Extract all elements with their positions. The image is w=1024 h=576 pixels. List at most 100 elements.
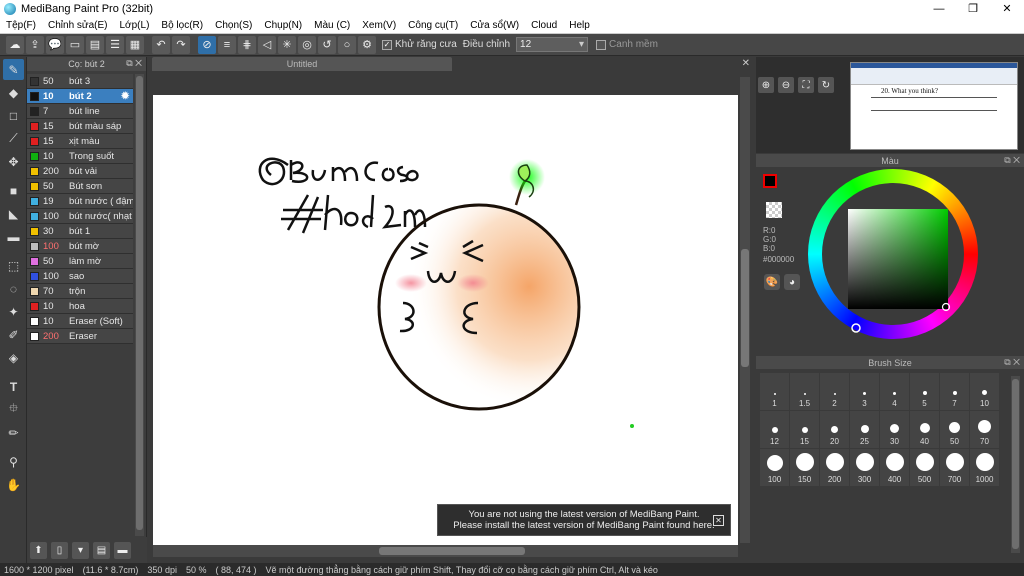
grid-icon[interactable]: ▦: [126, 35, 144, 54]
chat-icon[interactable]: ▭: [66, 35, 84, 54]
brush-row[interactable]: 10 Trong suốt: [27, 149, 133, 164]
brush-size-option[interactable]: 1.5: [790, 373, 820, 410]
brush-size-option[interactable]: 20: [820, 411, 850, 448]
correction-select[interactable]: 12: [516, 37, 589, 52]
brush-row[interactable]: 30 bút 1: [27, 224, 133, 239]
radial-snap-icon[interactable]: ✳: [278, 35, 296, 54]
brush-folder-icon[interactable]: ▬: [114, 541, 131, 559]
drawing-canvas[interactable]: [153, 95, 738, 545]
antialias-checkbox[interactable]: ✓: [382, 39, 392, 50]
select-pen-icon[interactable]: ✐: [3, 324, 24, 345]
circle-snap-icon[interactable]: ◎: [298, 35, 316, 54]
brush-size-option[interactable]: 150: [790, 449, 820, 486]
brush-size-option[interactable]: 1: [760, 373, 790, 410]
cloud-icon[interactable]: ☁: [6, 35, 24, 54]
close-button[interactable]: ✕: [990, 0, 1024, 17]
menu-item[interactable]: Chọn(S): [209, 20, 258, 31]
cloud-brush-icon[interactable]: ⬆: [30, 541, 47, 559]
rotate-icon[interactable]: ↻: [818, 77, 834, 93]
select-eraser-icon[interactable]: ◈: [3, 347, 24, 368]
comment-icon[interactable]: 💬: [46, 35, 64, 54]
menu-item[interactable]: Cloud: [525, 20, 563, 31]
snap-off-icon[interactable]: ⊘: [198, 35, 216, 54]
canvas-horizontal-scrollbar[interactable]: [153, 545, 738, 557]
brush-row[interactable]: 15 xịt màu: [27, 134, 133, 149]
eraser-tool-icon[interactable]: ◆: [3, 82, 24, 103]
brush-size-option[interactable]: 3: [850, 373, 880, 410]
bucket-tool-icon[interactable]: ◣: [3, 203, 24, 224]
brush-list-scrollbar[interactable]: [135, 74, 144, 536]
minimize-button[interactable]: —: [922, 0, 956, 17]
page-icon[interactable]: ▤: [86, 35, 104, 54]
brush-size-option[interactable]: 400: [880, 449, 910, 486]
lasso-tool-icon[interactable]: ◌: [3, 278, 24, 299]
brush-size-option[interactable]: 2: [820, 373, 850, 410]
brush-size-option[interactable]: 700: [940, 449, 970, 486]
brush-row[interactable]: 200 bút vải: [27, 164, 133, 179]
brush-size-option[interactable]: 4: [880, 373, 910, 410]
foreground-color-swatch[interactable]: [763, 174, 777, 188]
eyedropper-icon[interactable]: ⚲: [3, 451, 24, 472]
brush-row[interactable]: 50 Bút sơn: [27, 179, 133, 194]
maximize-button[interactable]: ❐: [956, 0, 990, 17]
list-icon[interactable]: ☰: [106, 35, 124, 54]
zoom-out-icon[interactable]: ⊖: [778, 77, 794, 93]
brush-row[interactable]: 70 trộn: [27, 284, 133, 299]
transparent-swatch[interactable]: [766, 202, 782, 218]
select-tool-icon[interactable]: ⬚: [3, 255, 24, 276]
brush-row[interactable]: 100 bút mờ: [27, 239, 133, 254]
menu-item[interactable]: Công cụ(T): [402, 20, 464, 31]
ellipse-snap-icon[interactable]: ○: [338, 35, 356, 54]
brush-settings-icon[interactable]: ▤: [93, 541, 110, 559]
parallel-snap-icon[interactable]: ≡: [218, 35, 236, 54]
brush-row[interactable]: 50 bút 3: [27, 74, 133, 89]
color-wheel[interactable]: [808, 169, 978, 339]
brush-row[interactable]: 19 bút nước ( đậm: [27, 194, 133, 209]
brush-size-option[interactable]: 7: [940, 373, 970, 410]
vanish-snap-icon[interactable]: ◁: [258, 35, 276, 54]
edge-checkbox[interactable]: [596, 39, 607, 50]
menu-item[interactable]: Lớp(L): [114, 20, 156, 31]
gear-icon[interactable]: ⚙: [358, 35, 376, 54]
panel-float-close-icon[interactable]: ⧉ ✕: [126, 58, 142, 69]
brush-size-option[interactable]: 10: [970, 373, 1000, 410]
blur-tool-icon[interactable]: ✏: [3, 422, 24, 443]
brush-row[interactable]: 10 Eraser (Soft): [27, 314, 133, 329]
color-panel-float-close-icon[interactable]: ⧉ ✕: [1004, 155, 1020, 166]
cross-snap-icon[interactable]: ⋕: [238, 35, 256, 54]
brush-size-option[interactable]: 15: [790, 411, 820, 448]
hand-icon[interactable]: ✋: [3, 474, 24, 495]
brush-size-option[interactable]: 1000: [970, 449, 1000, 486]
brush-row[interactable]: 200 Eraser: [27, 329, 133, 344]
zoom-in-icon[interactable]: ⊕: [758, 77, 774, 93]
brush-size-option[interactable]: 500: [910, 449, 940, 486]
palette-add-icon[interactable]: ◕: [784, 274, 800, 290]
brush-row[interactable]: 15 bút màu sáp: [27, 119, 133, 134]
brush-row[interactable]: 100 bút nước( nhạt: [27, 209, 133, 224]
new-brush-icon[interactable]: ▯: [51, 541, 68, 559]
menu-item[interactable]: Màu (C): [308, 20, 356, 31]
menu-item[interactable]: Help: [563, 20, 596, 31]
brush-row[interactable]: 10 hoa: [27, 299, 133, 314]
fit-icon[interactable]: ⛶: [798, 77, 814, 93]
dot-tool-icon[interactable]: □: [3, 105, 24, 126]
update-notice[interactable]: You are not using the latest version of …: [437, 504, 731, 536]
brush-size-scrollbar[interactable]: [1011, 376, 1020, 553]
menu-item[interactable]: Xem(V): [356, 20, 402, 31]
menu-item[interactable]: Chỉnh sửa(E): [42, 20, 114, 31]
brush-row[interactable]: 50 làm mờ: [27, 254, 133, 269]
brush-row[interactable]: 10 bút 2 ✹: [27, 89, 133, 104]
brush-size-option[interactable]: 100: [760, 449, 790, 486]
palette-icon[interactable]: 🎨: [764, 274, 780, 290]
notice-close-icon[interactable]: ✕: [713, 515, 724, 526]
gradient-tool-icon[interactable]: ▬: [3, 226, 24, 247]
brush-size-option[interactable]: 30: [880, 411, 910, 448]
brush-size-option[interactable]: 5: [910, 373, 940, 410]
menu-item[interactable]: Tệp(F): [0, 20, 42, 31]
document-tab[interactable]: Untitled: [152, 57, 452, 71]
add-brush-icon[interactable]: ▾: [72, 541, 89, 559]
canvas-vertical-scrollbar[interactable]: [740, 77, 750, 543]
brush-size-option[interactable]: 200: [820, 449, 850, 486]
divide-tool-icon[interactable]: ⯐: [3, 399, 24, 420]
menu-item[interactable]: Cửa sổ(W): [464, 20, 525, 31]
